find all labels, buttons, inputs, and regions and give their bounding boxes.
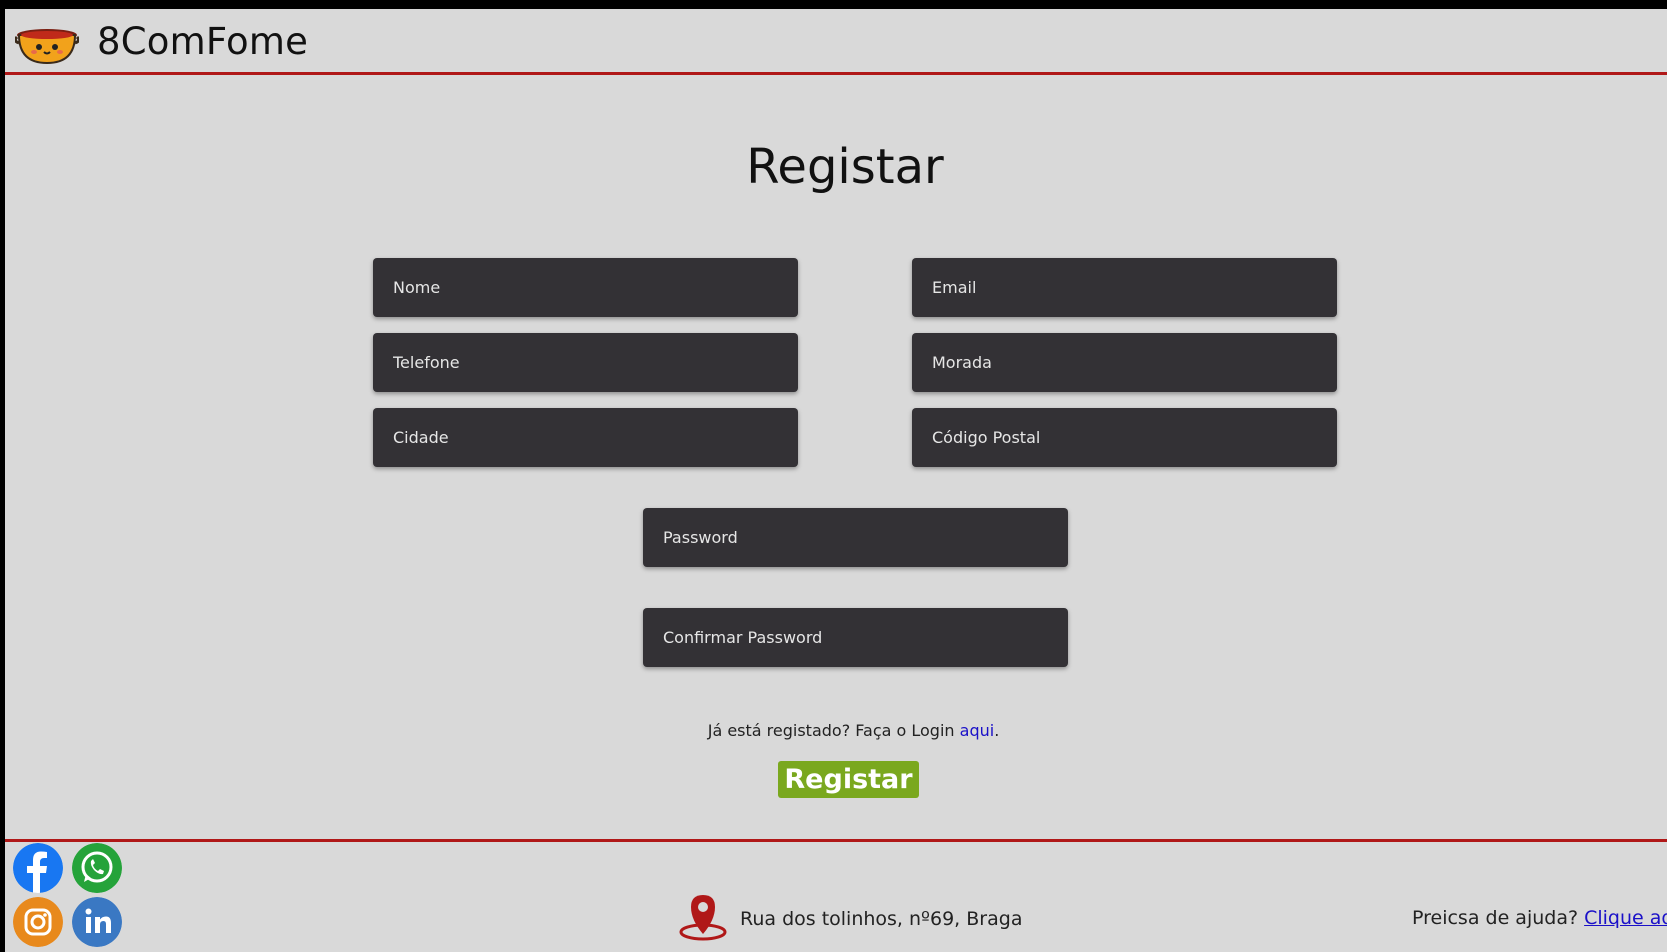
help-prompt: Preicsa de ajuda? Clique aqui <box>1412 907 1667 929</box>
brand-name[interactable]: 8ComFome <box>97 20 308 63</box>
address-text: Rua dos tolinhos, nº69, Braga <box>740 908 1023 930</box>
codigo-postal-field[interactable] <box>912 408 1337 467</box>
cidade-field[interactable] <box>373 408 798 467</box>
location-pin-icon <box>679 895 727 941</box>
header: 8ComFome <box>5 9 1667 75</box>
page-title: Registar <box>746 139 944 195</box>
help-link[interactable]: Clique aqui <box>1584 907 1667 929</box>
login-link[interactable]: aqui <box>960 721 995 740</box>
login-prompt-suffix: . <box>994 721 1000 740</box>
nome-field[interactable] <box>373 258 798 317</box>
login-prompt: Já está registado? Faça o Login aqui. <box>5 721 1667 740</box>
morada-field[interactable] <box>912 333 1337 392</box>
telefone-field[interactable] <box>373 333 798 392</box>
whatsapp-icon[interactable] <box>72 843 122 893</box>
footer: Rua dos tolinhos, nº69, Braga Preicsa de… <box>5 839 1667 952</box>
login-prompt-text: Já está registado? Faça o Login <box>707 721 960 740</box>
confirm-password-field[interactable] <box>643 608 1068 667</box>
pot-mascot-icon[interactable] <box>15 23 79 67</box>
email-field[interactable] <box>912 258 1337 317</box>
linkedin-icon[interactable] <box>72 897 122 947</box>
password-field[interactable] <box>643 508 1068 567</box>
facebook-icon[interactable] <box>13 843 63 893</box>
register-button[interactable]: Registar <box>778 761 919 798</box>
app-window: 8ComFome Registar Já está registado? Faç… <box>5 9 1667 952</box>
help-prompt-text: Preicsa de ajuda? <box>1412 907 1585 929</box>
instagram-icon[interactable] <box>13 897 63 947</box>
